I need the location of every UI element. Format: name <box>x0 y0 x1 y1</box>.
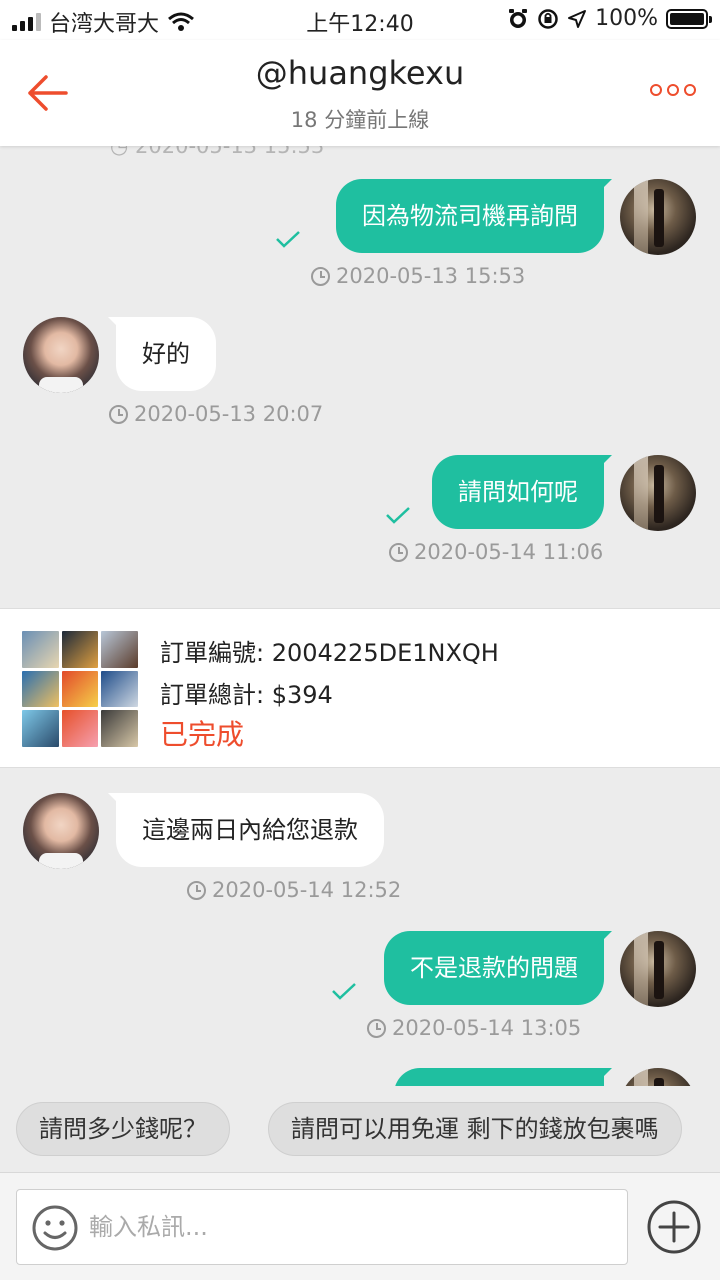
message-timestamp: 2020-05-14 11:06 <box>389 540 603 564</box>
order-status: 已完成 <box>160 718 245 751</box>
clock-icon <box>109 404 128 424</box>
my-avatar <box>620 179 696 255</box>
incoming-message-bubble[interactable]: 好的 <box>108 317 216 391</box>
emoji-icon[interactable] <box>31 1204 79 1252</box>
sent-check-icon <box>276 231 300 248</box>
clock-icon <box>311 266 330 286</box>
message-timestamp: 2020-05-13 15:53 <box>311 264 525 288</box>
outgoing-message-bubble[interactable]: 請問如何呢 <box>432 455 612 529</box>
message-timestamp: 2020-05-14 13:05 <box>367 1016 581 1040</box>
outgoing-message-bubble[interactable]: 不是退款的問題 <box>384 931 612 1005</box>
quick-reply-chip[interactable]: 請問可以用免運 剩下的錢放包裹嗎 <box>268 1102 682 1156</box>
sent-check-icon <box>386 507 410 524</box>
more-options-icon[interactable] <box>650 84 696 96</box>
my-avatar <box>620 1068 696 1086</box>
cut-off-timestamp: ◷ 2020-05-13 15:53 <box>110 146 325 158</box>
partner-avatar <box>23 793 99 869</box>
chat-header: @huangkexu 18 分鐘前上線 <box>0 40 720 146</box>
message-input[interactable] <box>89 1190 609 1264</box>
alarm-icon <box>509 8 528 28</box>
rotation-lock-icon <box>538 8 558 29</box>
order-card[interactable]: 訂單編號: 2004225DE1NXQH 訂單總計: $394 已完成 <box>0 608 720 768</box>
battery-percent: 100% <box>595 6 658 31</box>
my-avatar <box>620 455 696 531</box>
my-avatar <box>620 931 696 1007</box>
order-product-image <box>22 631 138 747</box>
add-attachment-icon[interactable] <box>646 1199 702 1255</box>
incoming-message-bubble[interactable]: 這邊兩日內給您退款 <box>108 793 384 867</box>
message-timestamp: 2020-05-14 12:52 <box>187 878 401 902</box>
chat-history[interactable]: ◷ 2020-05-13 15:53 因為物流司機再詢問 2020-05-13 … <box>0 146 720 1086</box>
location-icon <box>568 9 587 28</box>
partner-avatar <box>23 317 99 393</box>
outgoing-message-bubble[interactable]: 因為物流司機再詢問 <box>336 179 612 253</box>
message-timestamp: 2020-05-13 20:07 <box>109 402 323 426</box>
order-total: 訂單總計: $394 <box>160 681 333 709</box>
status-bar: 台湾大哥大 上午12:40 100% <box>0 0 720 40</box>
last-online-status: 18 分鐘前上線 <box>290 108 430 132</box>
clock-icon <box>187 880 206 900</box>
clock-icon <box>367 1018 386 1038</box>
order-number: 訂單編號: 2004225DE1NXQH <box>160 639 499 667</box>
chat-partner-name: @huangkexu <box>255 54 465 92</box>
sent-check-icon <box>332 983 356 1000</box>
outgoing-message-bubble-partial[interactable] <box>394 1068 612 1086</box>
quick-reply-chip[interactable]: 請問多少錢呢？ <box>16 1102 230 1156</box>
clock-icon <box>389 542 408 562</box>
battery-icon <box>666 8 712 29</box>
quick-replies-bar: 請問多少錢呢？ 請問可以用免運 剩下的錢放包裹嗎 <box>0 1086 720 1172</box>
message-input-container <box>16 1189 628 1265</box>
message-input-bar <box>0 1172 720 1280</box>
